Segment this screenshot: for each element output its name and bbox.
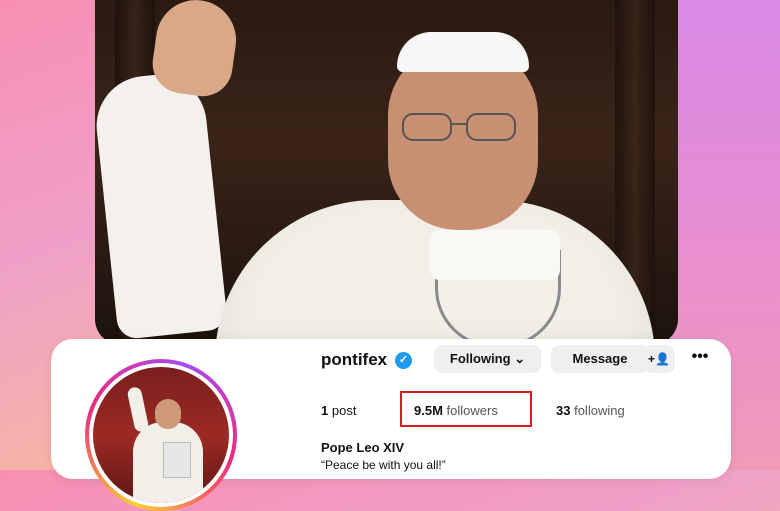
verified-badge-icon: ✓ <box>395 352 412 369</box>
following-label: following <box>574 403 625 418</box>
collar <box>430 230 560 280</box>
glasses-icon <box>402 113 516 141</box>
more-options-icon[interactable]: ••• <box>687 345 713 373</box>
avatar[interactable] <box>93 367 229 503</box>
posts-count: 1 <box>321 403 329 418</box>
hero-photo <box>95 0 678 345</box>
waving-hand <box>148 0 242 101</box>
posts-label: post <box>331 403 357 418</box>
story-ring[interactable] <box>85 359 237 511</box>
followers-label: followers <box>446 403 498 418</box>
avatar-figure-paper <box>163 442 191 478</box>
following-count: 33 <box>556 403 571 418</box>
followers-count: 9.5M <box>414 403 443 418</box>
zucchetto-cap <box>397 32 529 72</box>
avatar-figure-head <box>155 399 181 429</box>
stat-followers[interactable]: 9.5M followers <box>414 403 498 418</box>
message-button[interactable]: Message <box>551 345 649 373</box>
following-button[interactable]: Following ⌄ <box>434 345 541 373</box>
stat-posts[interactable]: 1 post <box>321 403 356 418</box>
chevron-down-icon: ⌄ <box>514 351 526 366</box>
stat-following[interactable]: 33 following <box>556 403 625 418</box>
add-user-icon[interactable]: +👤 <box>643 345 675 373</box>
avatar-figure-arm <box>126 386 150 433</box>
raised-arm <box>95 69 229 341</box>
profile-display-name: Pope Leo XIV <box>321 440 405 455</box>
profile-card: pontifex ✓ Following ⌄ Message +👤 ••• 1 … <box>51 339 731 511</box>
following-button-label: Following <box>449 351 511 366</box>
profile-username: pontifex <box>321 350 388 369</box>
